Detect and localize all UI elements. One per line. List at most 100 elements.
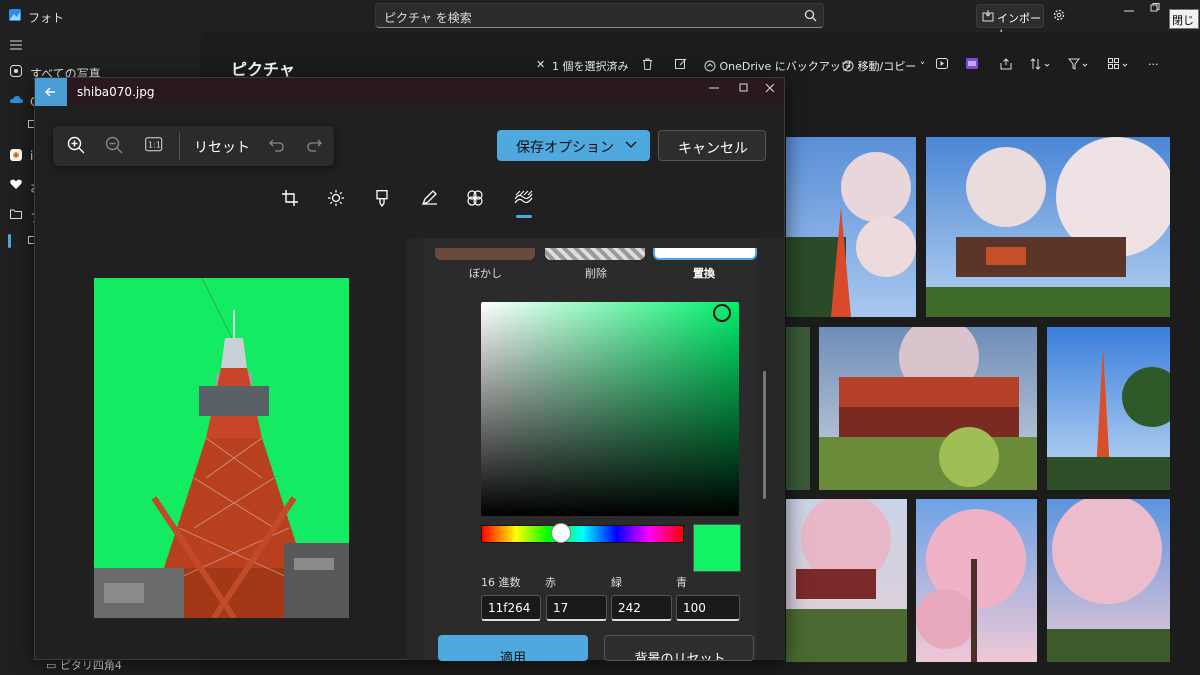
sidebar-item-label: ピタリ四角4 (59, 659, 122, 672)
gear-icon[interactable] (1052, 8, 1066, 22)
sort-button[interactable] (1030, 58, 1052, 70)
photos-app-icon (8, 8, 22, 22)
filter-button[interactable] (1068, 58, 1090, 70)
apply-button[interactable]: 適用 (438, 635, 588, 661)
onedrive-backup-label: OneDrive にバックアップ (719, 60, 852, 73)
photo-thumbnail[interactable] (916, 499, 1037, 662)
reset-button[interactable]: リセット (194, 137, 250, 157)
brightness-icon[interactable] (328, 190, 344, 206)
save-options-label: 保存オプション (516, 140, 614, 156)
save-options-button[interactable]: 保存オプション (497, 130, 650, 161)
photo-thumbnail[interactable] (1047, 499, 1170, 662)
markup-icon[interactable] (376, 190, 390, 207)
photo-editor-window: shiba070.jpg 1:1 リセット 保存オプション キャンセル ぼかし … (34, 77, 785, 661)
zoom-toolbar: 1:1 リセット (53, 126, 334, 166)
photo-thumbnail[interactable] (819, 327, 1037, 490)
hue-slider-thumb[interactable] (551, 523, 571, 543)
filter-icon[interactable] (467, 190, 483, 206)
apply-label: 適用 (499, 651, 526, 661)
actual-size-icon[interactable]: 1:1 (145, 137, 163, 153)
pen-icon[interactable] (421, 190, 437, 206)
green-input[interactable]: 242 (611, 595, 672, 621)
deselect-button[interactable]: ✕ (536, 58, 545, 71)
slideshow-icon[interactable] (936, 58, 948, 69)
zoom-out-icon[interactable] (105, 136, 123, 154)
selected-indicator (8, 234, 11, 248)
app-title: フォト (28, 11, 65, 25)
hue-slider[interactable] (481, 525, 684, 543)
icloud-icon (10, 149, 22, 161)
photo-thumbnail[interactable] (786, 327, 810, 490)
blue-label: 青 (676, 576, 687, 589)
svg-text:1:1: 1:1 (148, 141, 161, 150)
photo-thumbnail[interactable] (786, 499, 907, 662)
chevron-down-icon: ˅ (919, 60, 926, 73)
undo-icon[interactable] (269, 137, 285, 153)
close-icon[interactable] (765, 83, 775, 93)
move-copy-label: 移動/コピー (857, 60, 917, 73)
folder-icon (10, 209, 22, 219)
back-button[interactable] (35, 78, 67, 106)
file-name: shiba070.jpg (77, 85, 155, 99)
cancel-button[interactable]: キャンセル (658, 130, 766, 161)
blue-input[interactable]: 100 (676, 595, 740, 621)
hex-label: 16 進数 (481, 576, 521, 589)
red-input[interactable]: 17 (546, 595, 607, 621)
maximize-icon[interactable] (739, 83, 749, 93)
green-label: 緑 (611, 576, 622, 589)
command-bar: ✕ 1 個を選択済み OneDrive にバックアップ 移動/コピー ˅ ··· (530, 56, 1170, 76)
zoom-in-icon[interactable] (67, 136, 85, 154)
blur-mode-thumbnail[interactable] (435, 248, 535, 260)
hex-input[interactable]: 11f264 (481, 595, 541, 621)
minimize-icon[interactable] (709, 83, 719, 93)
view-button[interactable] (1108, 58, 1130, 70)
onedrive-backup-button[interactable]: OneDrive にバックアップ (704, 58, 852, 74)
chevron-down-icon (625, 141, 637, 149)
sidebar-item-label: i (30, 149, 34, 163)
import-icon (982, 10, 994, 22)
photo-thumbnail[interactable] (1047, 327, 1170, 490)
close-tooltip: 閉じる (1169, 9, 1199, 43)
red-label: 赤 (545, 576, 556, 589)
search-placeholder: ピクチャ を検索 (384, 11, 472, 25)
reset-background-button[interactable]: 背景のリセット (604, 635, 754, 661)
onedrive-icon (10, 95, 23, 104)
restore-icon[interactable] (1150, 3, 1160, 13)
search-icon[interactable] (804, 9, 817, 22)
delete-icon[interactable] (642, 58, 653, 70)
share-icon[interactable] (1000, 58, 1012, 70)
photo-thumbnail[interactable] (926, 137, 1170, 317)
crop-icon[interactable] (282, 190, 298, 206)
editor-titlebar: shiba070.jpg (35, 78, 784, 106)
more-icon[interactable]: ··· (1148, 58, 1159, 71)
background-options: ぼかし 削除 置換 16 進数 赤 緑 青 11f264 17 242 100 (423, 238, 757, 660)
saturation-value-picker[interactable] (481, 302, 739, 516)
app-titlebar: フォト ピクチャ を検索 インポート 閉じる (0, 0, 1200, 43)
folder-icon: ▭ (46, 659, 60, 672)
color-picker-handle[interactable] (713, 304, 731, 322)
panel-scrollbar[interactable] (763, 371, 766, 499)
reset-background-label: 背景のリセット (634, 652, 726, 661)
clipchamp-icon[interactable] (966, 58, 978, 69)
background-panel: ぼかし 削除 置換 16 進数 赤 緑 青 11f264 17 242 100 (407, 238, 785, 660)
photo-thumbnail[interactable] (786, 137, 916, 317)
edit-icon[interactable] (675, 58, 687, 70)
minimize-icon[interactable] (1124, 6, 1134, 16)
cancel-label: キャンセル (678, 141, 748, 157)
background-icon[interactable] (515, 190, 533, 206)
replace-mode-label: 置換 (693, 267, 715, 280)
redo-icon[interactable] (306, 137, 322, 153)
photos-icon (10, 65, 22, 77)
hamburger-icon[interactable] (10, 40, 22, 50)
heart-icon (10, 179, 22, 190)
search-input[interactable]: ピクチャ を検索 (375, 3, 824, 28)
remove-mode-thumbnail[interactable] (545, 248, 645, 260)
edited-photo-canvas (94, 278, 349, 618)
selected-count: 1 個を選択済み (552, 60, 629, 73)
import-button[interactable]: インポート (976, 4, 1044, 41)
move-copy-button[interactable]: 移動/コピー ˅ (842, 58, 925, 74)
color-swatch (693, 524, 741, 572)
active-tool-indicator (516, 215, 532, 218)
remove-mode-label: 削除 (585, 267, 607, 280)
replace-mode-thumbnail[interactable] (653, 248, 757, 260)
